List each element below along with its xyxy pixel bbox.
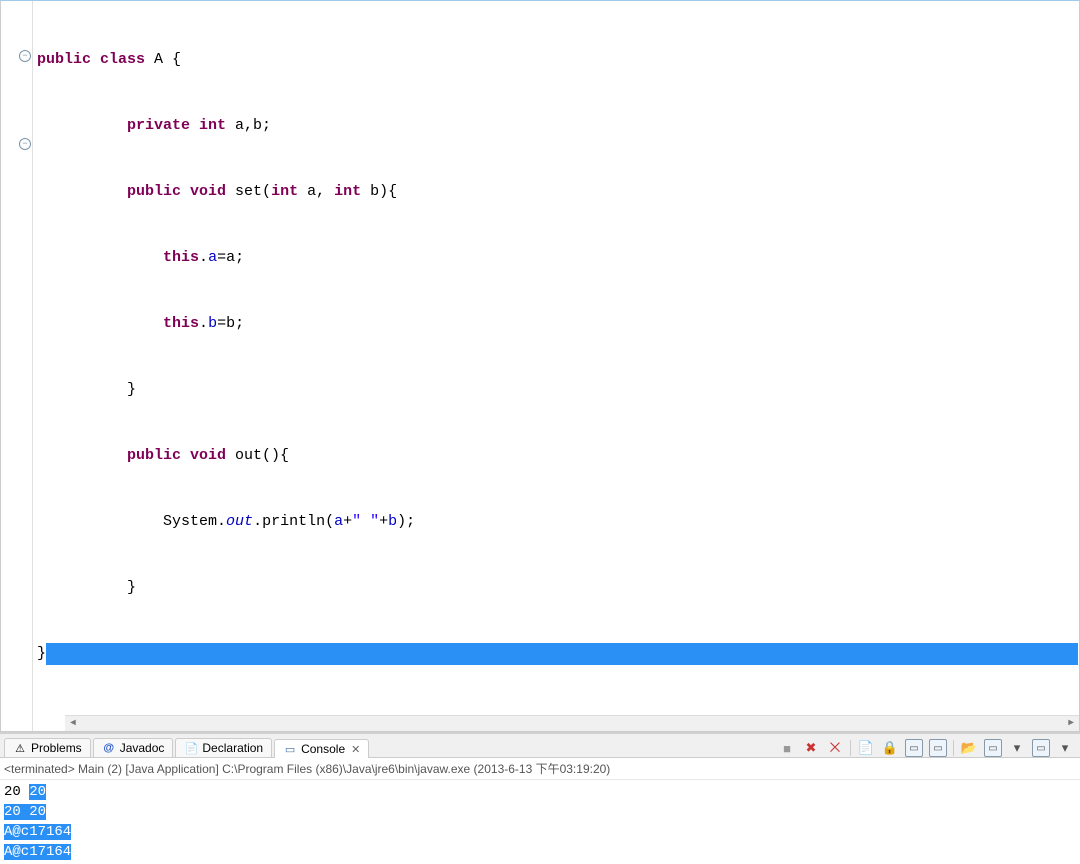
bottom-pane: ⚠ Problems @ Javadoc 📄 Declaration ▭ Con… <box>0 732 1080 864</box>
console-selection: 20 <box>29 784 46 800</box>
code-area[interactable]: public class A { private int a,b; public… <box>33 1 1079 731</box>
code-token: this <box>163 249 199 266</box>
clear-console-button[interactable]: 📄 <box>857 739 875 757</box>
editor-selection <box>46 643 1078 665</box>
close-icon[interactable]: ✕ <box>351 743 360 756</box>
code-token: a, <box>298 183 334 200</box>
code-token: b <box>388 513 397 530</box>
code-token: this <box>163 315 199 332</box>
horizontal-scrollbar[interactable]: ◂ ▸ <box>65 715 1079 731</box>
remove-launch-button[interactable]: ✖ <box>802 739 820 757</box>
code-token: public void <box>127 183 226 200</box>
console-status-line: <terminated> Main (2) [Java Application]… <box>0 758 1080 780</box>
code-token: .println( <box>253 513 334 530</box>
tab-problems[interactable]: ⚠ Problems <box>4 738 91 757</box>
tab-label: Console <box>301 742 345 756</box>
console-selection: A@c17164 <box>4 824 71 840</box>
tab-declaration[interactable]: 📄 Declaration <box>175 738 272 757</box>
show-console-button[interactable]: ▭ <box>929 739 947 757</box>
scroll-lock-button[interactable]: 🔒 <box>881 739 899 757</box>
code-token: b){ <box>361 183 397 200</box>
minimize-view-button[interactable]: ▭ <box>1032 739 1050 757</box>
open-console-button[interactable]: 📂 <box>960 739 978 757</box>
separator <box>953 740 954 756</box>
declaration-icon: 📄 <box>184 741 198 755</box>
view-menu-button[interactable]: ▾ <box>1056 739 1074 757</box>
console-toolbar: ■ ✖ ⨉ 📄 🔒 ▭ ▭ 📂 ▭ ▾ ▭ ▾ <box>778 739 1080 757</box>
code-token: " " <box>352 513 379 530</box>
code-token: public void <box>127 447 226 464</box>
remove-all-button[interactable]: ⨉ <box>826 739 844 757</box>
code-token: + <box>343 513 352 530</box>
code-token: A { <box>145 51 181 68</box>
code-token: out(){ <box>226 447 289 464</box>
code-token: b <box>208 315 217 332</box>
scroll-left-icon[interactable]: ◂ <box>65 713 81 732</box>
code-token: . <box>199 249 208 266</box>
console-menu-button[interactable]: ▾ <box>1008 739 1026 757</box>
code-token: int <box>271 183 298 200</box>
code-token: System. <box>163 513 226 530</box>
code-token: } <box>37 645 46 662</box>
display-selected-button[interactable]: ▭ <box>984 739 1002 757</box>
code-token: a <box>334 513 343 530</box>
problems-icon: ⚠ <box>13 741 27 755</box>
code-token: =a; <box>217 249 244 266</box>
view-tab-bar: ⚠ Problems @ Javadoc 📄 Declaration ▭ Con… <box>0 734 1080 758</box>
code-token: out <box>226 513 253 530</box>
console-selection: A@c17164 <box>4 844 71 860</box>
code-token: public class <box>37 51 145 68</box>
console-icon: ▭ <box>283 742 297 756</box>
code-token: set( <box>226 183 271 200</box>
code-token: a <box>208 249 217 266</box>
fold-marker-icon[interactable]: − <box>19 50 31 62</box>
code-token: a,b; <box>226 117 271 134</box>
fold-marker-icon[interactable]: − <box>19 138 31 150</box>
code-token: . <box>199 315 208 332</box>
editor-gutter: − − <box>1 1 33 731</box>
code-token: } <box>127 381 136 398</box>
code-token: private int <box>127 117 226 134</box>
scroll-right-icon[interactable]: ▸ <box>1063 713 1079 732</box>
console-selection: 20 20 <box>4 804 46 820</box>
tab-label: Problems <box>31 741 82 755</box>
pin-console-button[interactable]: ▭ <box>905 739 923 757</box>
tab-label: Declaration <box>202 741 263 755</box>
console-text: 20 <box>4 784 29 800</box>
code-token: int <box>334 183 361 200</box>
code-token: + <box>379 513 388 530</box>
console-output[interactable]: 20 20 20 20 A@c17164 A@c17164 <box>0 780 1080 864</box>
tab-javadoc[interactable]: @ Javadoc <box>93 738 174 757</box>
javadoc-icon: @ <box>102 741 116 755</box>
code-token: =b; <box>217 315 244 332</box>
terminate-button[interactable]: ■ <box>778 739 796 757</box>
editor-pane: − − public class A { private int a,b; pu… <box>0 0 1080 732</box>
tab-console[interactable]: ▭ Console ✕ <box>274 739 369 758</box>
code-token: } <box>127 579 136 596</box>
separator <box>850 740 851 756</box>
tab-label: Javadoc <box>120 741 165 755</box>
code-token: ); <box>397 513 415 530</box>
